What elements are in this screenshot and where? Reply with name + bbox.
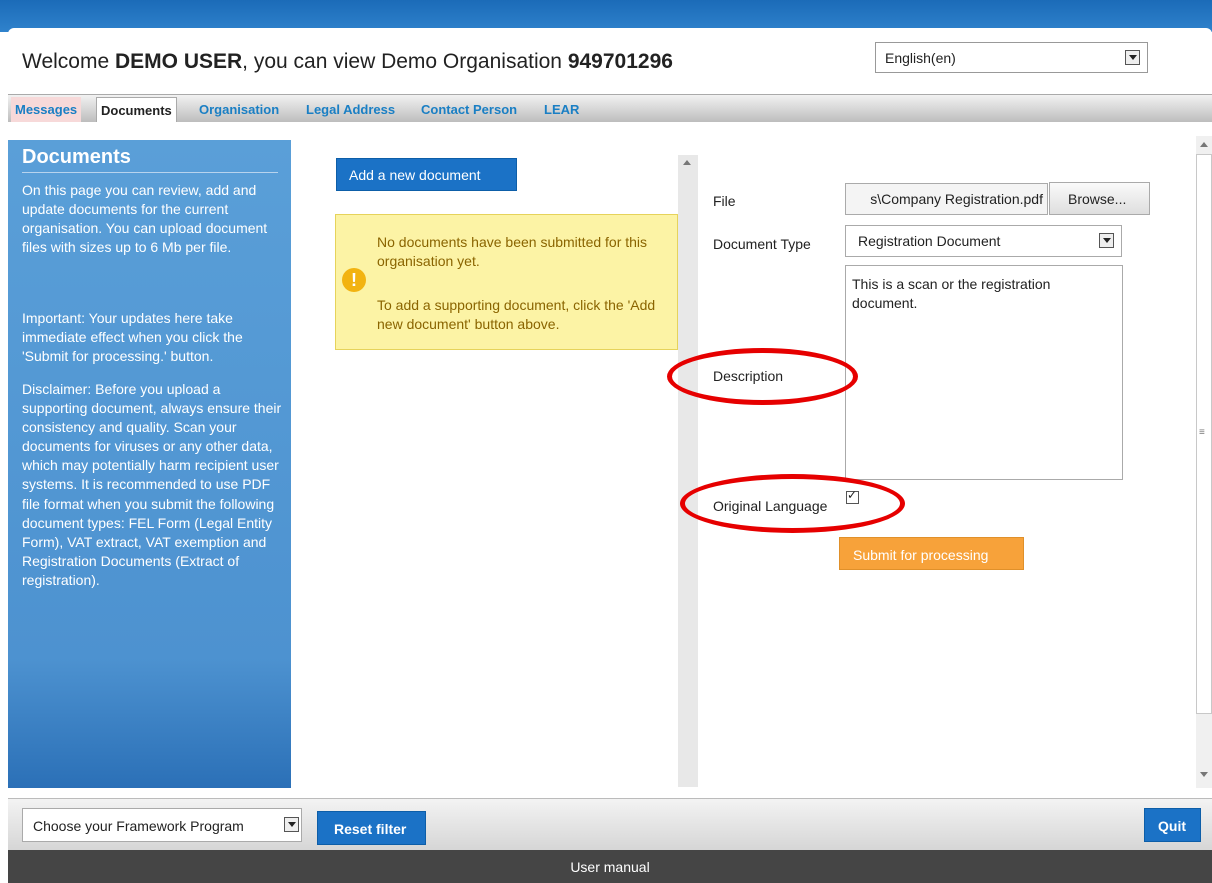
chevron-down-icon[interactable] xyxy=(1125,50,1140,65)
file-label: File xyxy=(713,193,736,209)
tab-organisation[interactable]: Organisation xyxy=(195,97,283,122)
tab-lear[interactable]: LEAR xyxy=(540,97,583,122)
panel-scrollbar[interactable] xyxy=(678,155,698,787)
document-type-label: Document Type xyxy=(713,236,811,252)
sidebar-paragraph-disclaimer: Disclaimer: Before you upload a supporti… xyxy=(22,381,282,588)
chevron-down-icon[interactable] xyxy=(284,817,299,832)
tab-legal-address[interactable]: Legal Address xyxy=(302,97,399,122)
sidebar-paragraph-intro: On this page you can review, add and upd… xyxy=(22,182,268,256)
language-select[interactable]: English(en) xyxy=(875,42,1148,73)
annotation-circle-description xyxy=(667,348,858,405)
user-manual-link[interactable]: User manual xyxy=(8,850,1212,883)
annotation-circle-original-language xyxy=(680,474,905,533)
tab-messages[interactable]: Messages xyxy=(11,97,82,122)
add-document-button[interactable]: Add a new document xyxy=(336,158,517,191)
user-name: DEMO USER xyxy=(114,50,243,73)
description-textarea[interactable]: This is a scan or the registration docum… xyxy=(845,265,1123,480)
reset-filter-button[interactable]: Reset filter xyxy=(317,811,426,845)
scroll-down-icon[interactable] xyxy=(1200,772,1208,777)
tab-documents[interactable]: Documents xyxy=(96,97,177,122)
sidebar-title: Documents xyxy=(22,146,131,168)
welcome-message: Welcome DEMO USER, you can view Demo Org… xyxy=(22,50,673,73)
scroll-up-icon[interactable] xyxy=(683,160,691,165)
warning-icon: ! xyxy=(342,268,366,292)
tab-bar xyxy=(8,94,1212,122)
browse-button[interactable]: Browse... xyxy=(1049,182,1150,215)
chevron-down-icon[interactable] xyxy=(1099,233,1114,248)
notice-text-line2: To add a supporting document, click the … xyxy=(377,297,656,332)
scroll-up-icon[interactable] xyxy=(1200,142,1208,147)
tab-contact-person[interactable]: Contact Person xyxy=(417,97,521,122)
sidebar-paragraph-important: Important: Your updates here take immedi… xyxy=(22,310,243,365)
notice-text-line1: No documents have been submitted for thi… xyxy=(377,234,648,269)
file-path-input[interactable]: s\Company Registration.pdf xyxy=(845,183,1048,215)
framework-program-select[interactable]: Choose your Framework Program xyxy=(22,808,302,842)
organisation-id: 949701296 xyxy=(567,50,673,73)
sidebar-divider xyxy=(22,172,278,173)
document-type-value: Registration Document xyxy=(858,233,1001,249)
submit-for-processing-button[interactable]: Submit for processing xyxy=(839,537,1024,570)
document-type-select[interactable]: Registration Document xyxy=(845,225,1122,257)
framework-program-select-value: Choose your Framework Program xyxy=(33,818,244,834)
quit-button[interactable]: Quit xyxy=(1144,808,1201,842)
language-select-value: English(en) xyxy=(885,50,956,66)
scroll-grip-icon: ≡ xyxy=(1199,427,1205,438)
